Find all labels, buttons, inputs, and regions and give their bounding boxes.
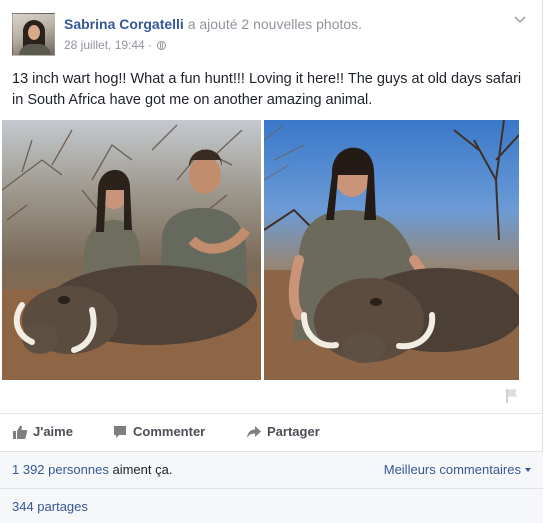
- likes-suffix: aiment ça.: [108, 462, 173, 477]
- post-header: Sabrina Corgatelli a ajouté 2 nouvelles …: [12, 13, 530, 58]
- likes-count-link[interactable]: 1 392 personnes: [12, 462, 109, 477]
- comment-label: Commenter: [133, 424, 206, 439]
- post-text: 13 inch wart hog!! What a fun hunt!!! Lo…: [12, 71, 522, 108]
- best-comments-label: Meilleurs commentaires: [383, 462, 521, 477]
- footer-divider: [0, 488, 543, 489]
- post-actions-bar: J'aime Commenter Partager: [0, 413, 543, 451]
- post-headline: Sabrina Corgatelli a ajouté 2 nouvelles …: [64, 15, 362, 33]
- likes-summary: 1 392 personnes aiment ça.: [12, 462, 172, 477]
- thumbs-up-icon: [13, 425, 28, 439]
- shares-count-link[interactable]: 344 partages: [12, 499, 88, 514]
- photo-1[interactable]: [2, 120, 261, 380]
- share-label: Partager: [267, 424, 320, 439]
- post-card: Sabrina Corgatelli a ajouté 2 nouvelles …: [0, 0, 543, 523]
- best-comments-dropdown[interactable]: Meilleurs commentaires: [384, 462, 531, 477]
- share-arrow-icon: [247, 426, 261, 438]
- photo-2[interactable]: [264, 120, 519, 380]
- post-footer: 1 392 personnes aiment ça. Meilleurs com…: [0, 451, 543, 523]
- flag-icon[interactable]: [505, 388, 519, 404]
- post-timestamp[interactable]: 28 juillet, 19:44 ·: [64, 38, 152, 52]
- photo-grid: [2, 120, 519, 380]
- globe-icon[interactable]: [157, 41, 167, 50]
- caret-down-icon: [525, 468, 531, 472]
- like-label: J'aime: [33, 424, 73, 439]
- author-avatar[interactable]: [12, 13, 55, 56]
- post-action-text: a ajouté 2 nouvelles photos.: [187, 16, 363, 32]
- comment-icon: [114, 426, 126, 438]
- author-name[interactable]: Sabrina Corgatelli: [64, 16, 184, 32]
- post-meta: 28 juillet, 19:44 ·: [64, 37, 167, 53]
- chevron-down-icon[interactable]: [512, 13, 528, 27]
